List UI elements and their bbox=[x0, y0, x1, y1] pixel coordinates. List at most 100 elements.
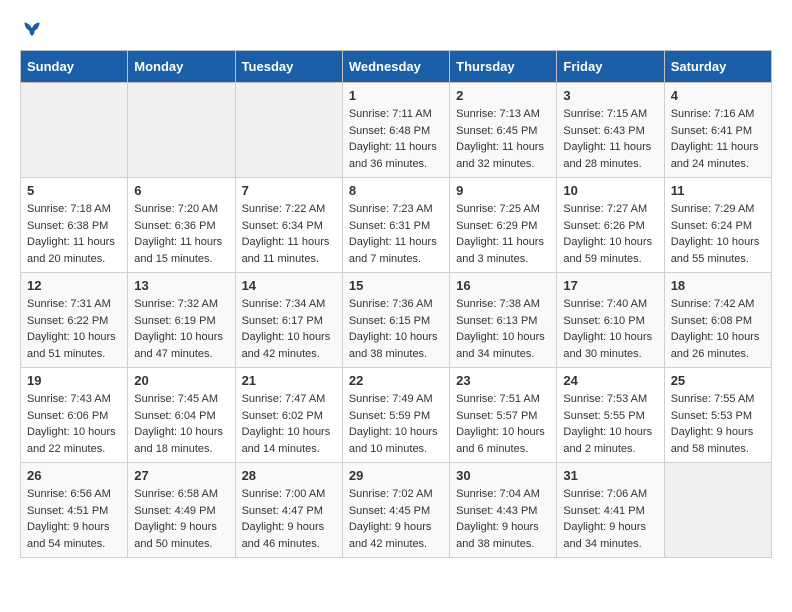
daylight-text: Daylight: 10 hours and 55 minutes. bbox=[671, 236, 760, 265]
sunset-text: Sunset: 6:13 PM bbox=[456, 315, 537, 327]
daylight-text: Daylight: 11 hours and 36 minutes. bbox=[349, 141, 437, 170]
daylight-text: Daylight: 11 hours and 11 minutes. bbox=[242, 236, 330, 265]
daylight-text: Daylight: 11 hours and 15 minutes. bbox=[134, 236, 222, 265]
calendar-week-row: 1 Sunrise: 7:11 AM Sunset: 6:48 PM Daylight… bbox=[21, 83, 772, 178]
sunset-text: Sunset: 6:31 PM bbox=[349, 220, 430, 232]
calendar-week-row: 19Sunrise: 7:43 AMSunset: 6:06 PMDayligh… bbox=[21, 368, 772, 463]
calendar-cell: 4Sunrise: 7:16 AMSunset: 6:41 PMDaylight… bbox=[664, 83, 771, 178]
header-tuesday: Tuesday bbox=[235, 51, 342, 83]
calendar-cell: 9Sunrise: 7:25 AMSunset: 6:29 PMDaylight… bbox=[450, 178, 557, 273]
day-info: Sunrise: 7:16 AMSunset: 6:41 PMDaylight:… bbox=[671, 106, 765, 172]
sunset-text: Sunset: 6:48 PM bbox=[349, 125, 430, 137]
daylight-text: Daylight: 10 hours and 26 minutes. bbox=[671, 331, 760, 360]
daylight-text: Daylight: 10 hours and 10 minutes. bbox=[349, 426, 438, 455]
sunrise-text: Sunrise: 7:11 AM bbox=[349, 108, 432, 120]
logo bbox=[20, 20, 42, 40]
calendar-cell: 31Sunrise: 7:06 AMSunset: 4:41 PMDayligh… bbox=[557, 463, 664, 558]
daylight-text: Daylight: 10 hours and 30 minutes. bbox=[563, 331, 652, 360]
sunrise-text: Sunrise: 7:16 AM bbox=[671, 108, 755, 120]
day-info: Sunrise: 7:00 AMSunset: 4:47 PMDaylight:… bbox=[242, 486, 336, 552]
daylight-text: Daylight: 10 hours and 51 minutes. bbox=[27, 331, 116, 360]
day-info: Sunrise: 7:29 AM Sunset: 6:24 PM Daylight:… bbox=[671, 201, 765, 267]
sunset-text: Sunset: 4:43 PM bbox=[456, 505, 537, 517]
day-number: 12 bbox=[27, 278, 121, 293]
calendar-cell: 27Sunrise: 6:58 AMSunset: 4:49 PMDayligh… bbox=[128, 463, 235, 558]
sunrise-text: Sunrise: 7:18 AM bbox=[27, 203, 111, 215]
day-number: 5 bbox=[27, 183, 121, 198]
sunset-text: Sunset: 6:19 PM bbox=[134, 315, 215, 327]
calendar-cell: 11Sunrise: 7:29 AMSunset: 6:24 PMDayligh… bbox=[664, 178, 771, 273]
logo-bird-icon bbox=[22, 20, 42, 40]
daylight-text: Daylight: 10 hours and 59 minutes. bbox=[563, 236, 652, 265]
calendar-cell: 18Sunrise: 7:42 AMSunset: 6:08 PMDayligh… bbox=[664, 273, 771, 368]
calendar-week-row: 5 Sunrise: 7:18 AM Sunset: 6:38 PM Daylight… bbox=[21, 178, 772, 273]
calendar-cell: 15Sunrise: 7:36 AMSunset: 6:15 PMDayligh… bbox=[342, 273, 449, 368]
sunset-text: Sunset: 6:41 PM bbox=[671, 125, 752, 137]
day-number: 26 bbox=[27, 468, 121, 483]
sunset-text: Sunset: 6:24 PM bbox=[671, 220, 752, 232]
sunrise-text: Sunrise: 7:20 AM bbox=[134, 203, 218, 215]
calendar-cell: 2Sunrise: 7:13 AMSunset: 6:45 PMDaylight… bbox=[450, 83, 557, 178]
sunrise-text: Sunrise: 7:23 AM bbox=[349, 203, 433, 215]
sunset-text: Sunset: 5:59 PM bbox=[349, 410, 430, 422]
sunrise-text: Sunrise: 7:06 AM bbox=[563, 488, 647, 500]
sunrise-text: Sunrise: 7:34 AM bbox=[242, 298, 326, 310]
daylight-text: Daylight: 9 hours and 46 minutes. bbox=[242, 521, 325, 550]
sunrise-text: Sunrise: 7:31 AM bbox=[27, 298, 111, 310]
day-info: Sunrise: 7:49 AM Sunset: 5:59 PM Daylight:… bbox=[349, 391, 443, 457]
sunset-text: Sunset: 5:57 PM bbox=[456, 410, 537, 422]
daylight-text: Daylight: 9 hours and 58 minutes. bbox=[671, 426, 754, 455]
calendar-cell: 30Sunrise: 7:04 AMSunset: 4:43 PMDayligh… bbox=[450, 463, 557, 558]
day-number: 1 bbox=[349, 88, 443, 103]
sunset-text: Sunset: 6:36 PM bbox=[134, 220, 215, 232]
daylight-text: Daylight: 10 hours and 2 minutes. bbox=[563, 426, 652, 455]
sunrise-text: Sunrise: 7:51 AM bbox=[456, 393, 540, 405]
daylight-text: Daylight: 11 hours and 28 minutes. bbox=[563, 141, 651, 170]
sunrise-text: Sunrise: 7:45 AM bbox=[134, 393, 218, 405]
sunrise-text: Sunrise: 7:29 AM bbox=[671, 203, 755, 215]
day-number: 4 bbox=[671, 88, 765, 103]
daylight-text: Daylight: 10 hours and 18 minutes. bbox=[134, 426, 223, 455]
day-info: Sunrise: 7:34 AMSunset: 6:17 PMDaylight:… bbox=[242, 296, 336, 362]
day-info: Sunrise: 6:56 AMSunset: 4:51 PMDaylight:… bbox=[27, 486, 121, 552]
sunset-text: Sunset: 6:38 PM bbox=[27, 220, 108, 232]
day-number: 21 bbox=[242, 373, 336, 388]
calendar-cell bbox=[21, 83, 128, 178]
calendar-cell: 26 Sunrise: 6:56 AMSunset: 4:51 PMDayligh… bbox=[21, 463, 128, 558]
daylight-text: Daylight: 10 hours and 47 minutes. bbox=[134, 331, 223, 360]
sunset-text: Sunset: 6:26 PM bbox=[563, 220, 644, 232]
day-info: Sunrise: 7:23 AM Sunset: 6:31 PM Daylight:… bbox=[349, 201, 443, 267]
header-saturday: Saturday bbox=[664, 51, 771, 83]
calendar-cell: 14Sunrise: 7:34 AMSunset: 6:17 PMDayligh… bbox=[235, 273, 342, 368]
daylight-text: Daylight: 10 hours and 34 minutes. bbox=[456, 331, 545, 360]
day-info: Sunrise: 7:02 AMSunset: 4:45 PMDaylight:… bbox=[349, 486, 443, 552]
day-number: 2 bbox=[456, 88, 550, 103]
sunrise-text: Sunrise: 7:04 AM bbox=[456, 488, 540, 500]
day-info: Sunrise: 7:38 AMSunset: 6:13 PMDaylight:… bbox=[456, 296, 550, 362]
header-monday: Monday bbox=[128, 51, 235, 83]
sunset-text: Sunset: 6:34 PM bbox=[242, 220, 323, 232]
day-number: 20 bbox=[134, 373, 228, 388]
calendar-cell: 10Sunrise: 7:27 AMSunset: 6:26 PMDayligh… bbox=[557, 178, 664, 273]
sunrise-text: Sunrise: 7:49 AM bbox=[349, 393, 433, 405]
sunset-text: Sunset: 4:47 PM bbox=[242, 505, 323, 517]
calendar-cell: 1 Sunrise: 7:11 AM Sunset: 6:48 PM Daylight… bbox=[342, 83, 449, 178]
day-number: 19 bbox=[27, 373, 121, 388]
sunrise-text: Sunrise: 7:13 AM bbox=[456, 108, 540, 120]
calendar-cell: 16Sunrise: 7:38 AMSunset: 6:13 PMDayligh… bbox=[450, 273, 557, 368]
sunset-text: Sunset: 5:55 PM bbox=[563, 410, 644, 422]
calendar-cell: 8Sunrise: 7:23 AMSunset: 6:31 PMDaylight… bbox=[342, 178, 449, 273]
daylight-text: Daylight: 11 hours and 7 minutes. bbox=[349, 236, 437, 265]
day-info: Sunrise: 7:04 AMSunset: 4:43 PMDaylight:… bbox=[456, 486, 550, 552]
sunrise-text: Sunrise: 7:42 AM bbox=[671, 298, 755, 310]
calendar-header-row: SundayMondayTuesdayWednesdayThursdayFrid… bbox=[21, 51, 772, 83]
day-info: Sunrise: 7:42 AMSunset: 6:08 PMDaylight:… bbox=[671, 296, 765, 362]
calendar-cell: 25Sunrise: 7:55 AMSunset: 5:53 PMDayligh… bbox=[664, 368, 771, 463]
day-number: 7 bbox=[242, 183, 336, 198]
calendar-cell bbox=[128, 83, 235, 178]
sunset-text: Sunset: 4:45 PM bbox=[349, 505, 430, 517]
sunrise-text: Sunrise: 7:22 AM bbox=[242, 203, 326, 215]
calendar-cell: 5Sunrise: 7:18 AMSunset: 6:38 PMDaylight… bbox=[21, 178, 128, 273]
day-info: Sunrise: 7:36 AMSunset: 6:15 PMDaylight:… bbox=[349, 296, 443, 362]
sunset-text: Sunset: 6:10 PM bbox=[563, 315, 644, 327]
